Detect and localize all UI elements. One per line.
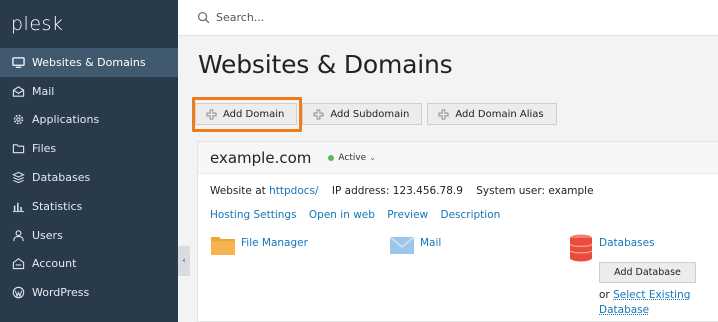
add-subdomain-label: Add Subdomain bbox=[330, 108, 410, 120]
gear-icon bbox=[12, 113, 25, 126]
hosting-settings-link[interactable]: Hosting Settings bbox=[210, 209, 297, 221]
mail-label[interactable]: Mail bbox=[420, 237, 441, 249]
sidebar-item-label: Databases bbox=[32, 171, 91, 185]
databases-tool[interactable]: Databases bbox=[568, 234, 655, 262]
sidebar-item-label: Mail bbox=[32, 84, 55, 98]
sidebar-item-databases[interactable]: Databases bbox=[0, 163, 178, 192]
sidebar-item-statistics[interactable]: Statistics bbox=[0, 192, 178, 221]
sidebar-item-label: Websites & Domains bbox=[32, 55, 146, 69]
sidebar-item-label: Files bbox=[32, 142, 57, 156]
logo-text: plesk bbox=[11, 13, 64, 35]
sidebar-item-label: Account bbox=[32, 257, 77, 271]
user-icon bbox=[12, 229, 25, 242]
database-icon bbox=[569, 234, 593, 262]
sidebar-item-applications[interactable]: Applications bbox=[0, 106, 178, 135]
file-manager-tool[interactable]: File Manager bbox=[210, 234, 308, 256]
domain-info: Website at httpdocs/ IP address: 123.456… bbox=[210, 185, 594, 197]
sidebar-nav: Websites & Domains Mail Applications Fil… bbox=[0, 48, 178, 307]
sidebar-item-label: Users bbox=[32, 228, 63, 242]
sidebar: plesk Websites & Domains Mail Applicatio… bbox=[0, 0, 178, 322]
domain-name: example.com bbox=[210, 148, 312, 167]
domain-links: Hosting Settings Open in web Preview Des… bbox=[210, 209, 509, 221]
ip-value: 123.456.78.9 bbox=[392, 185, 463, 197]
envelope-icon bbox=[389, 236, 415, 254]
add-subdomain-button[interactable]: Add Subdomain bbox=[302, 103, 423, 125]
plus-icon bbox=[206, 108, 217, 120]
status-badge[interactable]: Active ⌄ bbox=[328, 153, 376, 163]
plus-icon bbox=[313, 108, 324, 120]
mail-tool[interactable]: Mail bbox=[389, 234, 441, 256]
sidebar-item-label: Statistics bbox=[32, 199, 83, 213]
ip-label: IP address: bbox=[331, 185, 390, 197]
sidebar-item-label: Applications bbox=[32, 113, 100, 127]
status-dot-icon bbox=[328, 154, 335, 161]
add-domain-button[interactable]: Add Domain bbox=[195, 103, 298, 125]
wordpress-icon bbox=[12, 286, 25, 299]
or-text: or bbox=[599, 289, 610, 301]
website-at-label: Website at bbox=[210, 185, 266, 197]
add-domain-alias-button[interactable]: Add Domain Alias bbox=[427, 103, 557, 125]
httpdocs-link[interactable]: httpdocs/ bbox=[269, 185, 318, 197]
select-existing-database: or Select Existing Database bbox=[599, 288, 690, 318]
domain-card: example.com Active ⌄ Website at httpdocs… bbox=[197, 141, 718, 322]
sidebar-item-wordpress[interactable]: WordPress bbox=[0, 278, 178, 307]
sidebar-item-account[interactable]: Account bbox=[0, 250, 178, 279]
add-domain-alias-label: Add Domain Alias bbox=[455, 108, 544, 120]
sidebar-item-websites-domains[interactable]: Websites & Domains bbox=[0, 48, 178, 77]
database-link[interactable]: Database bbox=[599, 304, 649, 316]
open-in-web-link[interactable]: Open in web bbox=[309, 209, 375, 221]
system-user-value: example bbox=[548, 185, 594, 197]
select-existing-link[interactable]: Select Existing bbox=[613, 289, 690, 301]
page-title: Websites & Domains bbox=[198, 50, 453, 79]
add-domain-label: Add Domain bbox=[223, 108, 285, 120]
mail-icon bbox=[12, 85, 25, 98]
sidebar-item-label: WordPress bbox=[32, 286, 90, 300]
add-database-button[interactable]: Add Database bbox=[599, 262, 696, 283]
databases-label[interactable]: Databases bbox=[599, 237, 655, 249]
description-link[interactable]: Description bbox=[440, 209, 500, 221]
folder-icon bbox=[211, 237, 235, 255]
sidebar-item-users[interactable]: Users bbox=[0, 221, 178, 250]
plesk-logo[interactable]: plesk bbox=[0, 0, 178, 48]
chevron-down-icon: ⌄ bbox=[369, 153, 376, 162]
system-user-label: System user: bbox=[476, 185, 546, 197]
main-content: Websites & Domains Add Domain Add Subdom… bbox=[178, 37, 718, 322]
status-label: Active bbox=[338, 152, 367, 163]
search-input[interactable] bbox=[216, 11, 516, 24]
plus-icon bbox=[438, 108, 449, 120]
domain-card-header: example.com Active ⌄ bbox=[198, 142, 718, 174]
monitor-icon bbox=[12, 56, 25, 69]
toolbar: Add Domain Add Subdomain Add Domain Alia… bbox=[192, 96, 562, 132]
folder-icon bbox=[12, 142, 25, 155]
sidebar-item-files[interactable]: Files bbox=[0, 134, 178, 163]
database-icon bbox=[12, 171, 25, 184]
bar-chart-icon bbox=[12, 200, 25, 213]
account-icon bbox=[12, 257, 25, 270]
search-icon bbox=[197, 11, 210, 24]
preview-link[interactable]: Preview bbox=[387, 209, 428, 221]
sidebar-item-mail[interactable]: Mail bbox=[0, 77, 178, 106]
file-manager-label[interactable]: File Manager bbox=[241, 237, 308, 249]
search-bar bbox=[178, 0, 718, 36]
